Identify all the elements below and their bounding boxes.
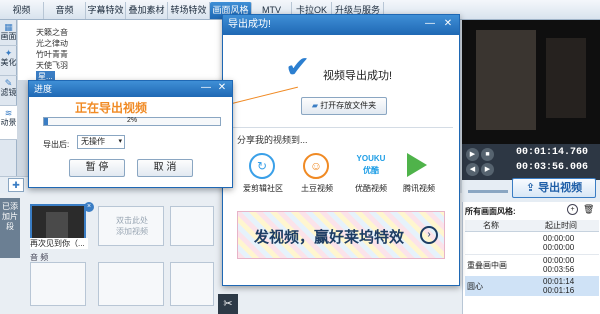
tencent-video-icon[interactable] [407,153,427,177]
tab-transitions[interactable]: 转场特效 [168,2,210,19]
stop-icon[interactable]: ■ [481,148,494,161]
progress-percent: 2% [126,117,138,124]
after-export-value: 无操作 [81,137,105,146]
brush-icon: ✎ [4,78,13,88]
column-header: 名称 [483,221,499,230]
list-item[interactable]: 天籁之音 [36,27,68,38]
export-icon: ⇪ [525,182,539,194]
row-name: 圆心 [467,282,483,291]
vtab-label: 滤镜 [0,88,17,97]
add-video-slot[interactable]: 双击此处 添加视频 [98,206,164,246]
share-item-label[interactable]: 土豆视频 [291,183,343,194]
progress-dialog: 进度 — ✕ 正在导出视频 2% 导出后: 无操作 ▾ 暂 停 取 消 [28,80,233,188]
wand-icon: ✦ [4,48,13,58]
volume-slider[interactable] [468,190,508,193]
playback-controls: ▶ ■ ◀ ▶ 00:01:14.760 00:03:56.006 [462,144,600,180]
success-message: 视频导出成功! [323,70,393,82]
row-end: 00:03:56 [543,265,575,274]
trash-icon[interactable]: 🗑 [583,204,594,215]
scissors-icon[interactable]: ✂ [218,294,238,314]
pause-button[interactable]: 暂 停 [69,159,125,177]
preview-figure [476,30,536,130]
share-item-label[interactable]: 腾讯视频 [393,183,445,194]
open-folder-label: 打开存放文件夹 [320,101,377,110]
tab-subtitle-effects[interactable]: 字幕特效 [86,2,126,19]
cancel-button[interactable]: 取 消 [137,159,193,177]
column-header: 起止时间 [545,221,577,230]
minimize-icon[interactable]: — [423,18,437,31]
audio-slot[interactable] [30,262,86,306]
aijianji-community-icon[interactable]: ↻ [249,153,275,179]
after-export-select[interactable]: 无操作 ▾ [77,135,125,149]
empty-slot [170,206,214,246]
remove-clip-icon[interactable]: × [84,202,94,212]
add-style-icon[interactable]: + [567,204,578,215]
progress-title: 进度 [34,84,53,94]
vtab-label: 美化 [0,58,17,67]
checkmark-icon: ✔ [285,51,311,84]
table-header: 名称 起止时间 [465,220,599,232]
add-effect-icon[interactable]: ✚ [8,178,24,192]
tudou-icon[interactable]: ☺ [303,153,329,179]
current-time: 00:01:14.760 [516,147,589,158]
vtab-label: 画面 [0,32,17,41]
folder-icon: ▰ [311,101,321,110]
list-item[interactable]: 天使飞羽 [36,60,68,71]
divider [229,127,453,128]
vtab-beautify[interactable]: ✦ 美化 [0,46,17,76]
tab-overlay[interactable]: 叠加素材 [126,2,168,19]
next-frame-icon[interactable]: ▶ [481,163,494,176]
play-icon[interactable]: ▶ [466,148,479,161]
banner-text: 发视频，赢好莱坞特效 [254,229,405,246]
row-name: 重叠画中画 [467,261,507,270]
share-label: 分享我的视频到... [237,135,308,145]
export-video-button[interactable]: ⇪ 导出视频 [512,178,596,198]
arrow-right-icon: › [420,226,438,244]
vtab-label: 动景 [0,118,17,127]
exporting-heading: 正在导出视频 [75,101,148,115]
wave-icon: ≋ [4,108,13,118]
table-row-selected[interactable]: 圆心 00:01:14 00:01:16 [465,276,599,296]
video-preview [462,20,600,144]
export-success-dialog: 导出成功! — ✕ ✔ 视频导出成功! ▰ 打开存放文件夹 分享我的视频到...… [222,14,460,286]
row-start: 00:00:00 [543,256,575,265]
picture-style-panel: 所有画面风格: + 🗑 名称 起止时间 00:00:00 00:00:00 重叠… [462,202,600,314]
audio-slot[interactable] [98,262,164,306]
total-time: 00:03:56.006 [516,162,589,173]
effect-list: 天籁之音 光之律动 竹叶青青 天使飞羽 星... [18,20,223,82]
clip-figure [46,212,68,238]
tab-audio[interactable]: 音频 [44,2,86,19]
row-start: 00:01:14 [543,277,575,286]
progress-bar: 2% [43,117,221,126]
tab-video[interactable]: 视频 [0,2,44,19]
panel-title: 所有画面风格: [465,207,516,216]
after-export-label: 导出后: [43,140,70,149]
audio-slot[interactable] [170,262,214,306]
dialog-title-text: 导出成功! [228,19,271,30]
picture-icon: ▦ [4,22,13,32]
export-label: 导出视频 [538,182,583,194]
chevron-down-icon: ▾ [118,138,122,145]
share-item-label[interactable]: 优酷视频 [345,183,397,194]
list-item[interactable]: 光之律动 [36,38,68,49]
open-folder-button[interactable]: ▰ 打开存放文件夹 [301,97,387,115]
share-item-label[interactable]: 爱剪辑社区 [237,183,289,194]
minimize-icon[interactable]: — [199,82,213,95]
list-item[interactable]: 竹叶青青 [36,49,68,60]
vtab-motion[interactable]: ≋ 动景 [0,106,17,140]
close-icon[interactable]: ✕ [215,82,229,95]
vtab-filter[interactable]: ✎ 滤镜 [0,76,17,106]
promo-banner[interactable]: 发视频，赢好莱坞特效 › [237,211,445,259]
prev-frame-icon[interactable]: ◀ [466,163,479,176]
preview-background [546,38,586,118]
row-end: 00:01:16 [543,286,575,295]
vtab-picture[interactable]: ▦ 画面 [0,20,17,46]
clip-label: 再次见到你（... [30,238,88,249]
table-row[interactable]: 重叠画中画 00:00:00 00:03:56 [465,254,599,274]
add-video-hint: 双击此处 添加视频 [116,216,148,236]
added-clips-label: 已添加片段 [0,198,20,258]
youku-icon[interactable]: YOUKU 优酷 [351,153,391,179]
close-icon[interactable]: ✕ [441,18,455,31]
